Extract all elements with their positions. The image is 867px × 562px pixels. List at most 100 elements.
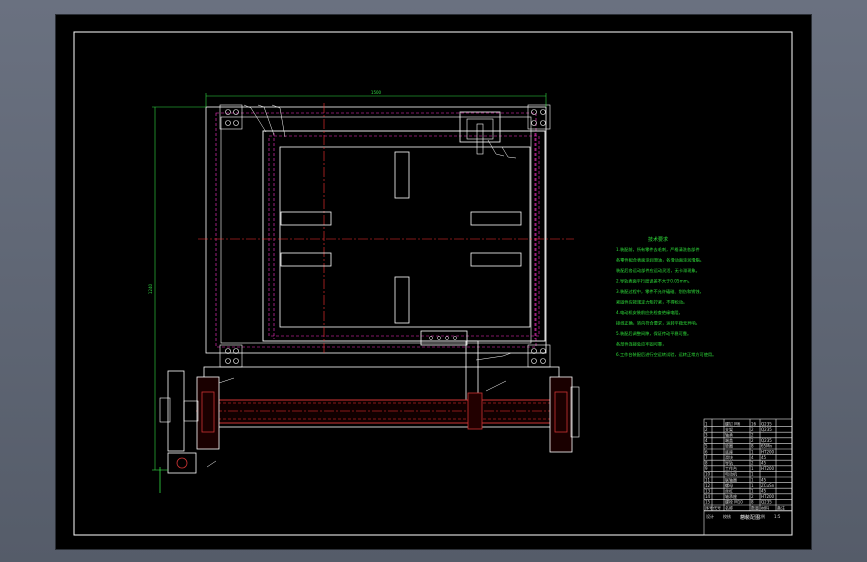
title-block-cell: 6 bbox=[705, 449, 708, 454]
title-block-cell: 1 bbox=[751, 489, 754, 494]
title-block-cell: 联轴器 bbox=[725, 476, 737, 482]
title-block-cell: 1 bbox=[751, 472, 754, 477]
hidden-outline-outer bbox=[215, 112, 537, 348]
title-block-cell: 2 bbox=[751, 427, 754, 432]
title-block-cell: ZCuSn bbox=[761, 483, 775, 488]
title-block-cell: 65Mn bbox=[761, 444, 773, 449]
title-block-cell: 1 bbox=[751, 483, 754, 488]
worktable-outline bbox=[262, 130, 546, 342]
notes-line: 接线正确，转向符合要求，运转平稳无异响。 bbox=[616, 320, 700, 327]
motor-flange bbox=[159, 397, 171, 423]
title-block-cell: 材料 bbox=[761, 504, 769, 510]
title-block-cell: 11 bbox=[705, 477, 711, 482]
motor-body bbox=[167, 370, 185, 452]
t-slot bbox=[470, 211, 522, 226]
title-block-cell: 2 bbox=[751, 494, 754, 499]
nut-block-holes bbox=[429, 336, 457, 340]
title-block-cell: 16 bbox=[751, 421, 757, 426]
notes-line: 6.工作台装配后进行空运转试验，运转正常方可使用。 bbox=[616, 351, 716, 358]
right-bearing-seat bbox=[549, 376, 573, 453]
title-block-cell: HT200 bbox=[761, 449, 775, 454]
corner-bolts bbox=[225, 109, 546, 364]
title-block-cell: 名称 bbox=[725, 504, 733, 510]
title-block-cell: 螺钉 M6 bbox=[725, 420, 741, 426]
title-block-cell: 45 bbox=[761, 455, 767, 460]
title-block-cell: 2 bbox=[751, 438, 754, 443]
top-view bbox=[198, 103, 574, 402]
title-block-cell: 3 bbox=[705, 433, 708, 438]
title-block-cell: 5 bbox=[705, 444, 708, 449]
title-block-cell: 12 bbox=[705, 483, 711, 488]
title-block-cell: 代号 bbox=[713, 504, 721, 510]
title-block-cell: 螺母 bbox=[725, 482, 733, 488]
corner-block bbox=[527, 344, 551, 368]
technical-notes: 技术要求 1.装配前，所有零件去毛刺，严格清洗各部件 各零件配合表面涂润滑油，各… bbox=[616, 236, 716, 358]
top-bracket bbox=[459, 111, 501, 143]
cad-drawing: 1500 1240 技术要求 1.装配前，所有零件去毛刺，严格清洗各部件 各零件… bbox=[73, 31, 793, 536]
title-block-cell: 丝杠 bbox=[725, 488, 733, 494]
title-block-footer-cell: 校核 bbox=[723, 513, 731, 519]
dimension-width: 1500 bbox=[371, 90, 382, 95]
title-block-cell: 4 bbox=[751, 455, 754, 460]
title-block-cell: 1 bbox=[751, 449, 754, 454]
lead-screw bbox=[207, 399, 554, 424]
dimension-height: 1240 bbox=[148, 283, 153, 294]
title-block-cell: 端盖 bbox=[725, 437, 733, 443]
title-block-cell: 轴承 bbox=[725, 432, 733, 438]
title-block-cell: 1 bbox=[751, 466, 754, 471]
notes-line: 紧固件应按规定力矩拧紧，不得松动。 bbox=[616, 299, 687, 306]
notes-title: 技术要求 bbox=[648, 236, 668, 243]
title-block-cell: 螺栓 M10 bbox=[725, 499, 743, 505]
inner-frame bbox=[73, 31, 793, 536]
title-block-cell: HT200 bbox=[761, 466, 775, 471]
title-block-cell: 8 bbox=[705, 461, 708, 466]
notes-line: 4.电动机安装前应先检查绝缘电阻， bbox=[616, 309, 683, 316]
outer-base-frame bbox=[205, 106, 547, 354]
drawing-sheet: 1500 1240 技术要求 1.装配前，所有零件去毛刺，严格清洗各部件 各零件… bbox=[56, 15, 811, 549]
title-block-cell: 15 bbox=[705, 500, 711, 505]
title-block-cell: Q235 bbox=[761, 427, 772, 432]
title-block-cell: 轴承座 bbox=[725, 493, 737, 499]
title-block-cell: 电动机 bbox=[725, 471, 737, 477]
title-block-cell: 7 bbox=[705, 455, 708, 460]
t-slot bbox=[394, 151, 410, 199]
left-bearing-seat bbox=[196, 376, 220, 450]
title-block-cell: 13 bbox=[705, 489, 711, 494]
title-block-cell: 4 bbox=[705, 438, 708, 443]
gear-hub bbox=[176, 457, 188, 469]
title-block-cell: 10 bbox=[705, 472, 711, 477]
title-block-cell: 导轨 bbox=[725, 460, 733, 466]
gear-block bbox=[167, 452, 197, 474]
t-slot bbox=[470, 252, 522, 267]
notes-line: 各零件配合表面涂润滑油，各滑动面涂润滑脂。 bbox=[616, 257, 704, 264]
title-block-cell: 1 bbox=[705, 421, 708, 426]
title-block-cell: 2 bbox=[705, 427, 708, 432]
title-block-cell: Q235 bbox=[761, 438, 772, 443]
title-block-footer-cell: 1:5 bbox=[774, 514, 781, 519]
title-block-cell: 45 bbox=[761, 477, 767, 482]
title-block-footer-cell: 设计 bbox=[706, 513, 714, 519]
notes-line: 各部件连接处应牢固可靠， bbox=[616, 341, 666, 348]
title-block-cell: 底座 bbox=[725, 448, 733, 454]
notes-line: 2.导轨表面平行度误差不大于0.05mm。 bbox=[616, 278, 692, 285]
base-frame-inner bbox=[220, 116, 532, 344]
title-block-cell: 45 bbox=[761, 489, 767, 494]
title-block-cell: 支架 bbox=[725, 426, 733, 432]
notes-line: 5.装配后调整间隙，保证传动平稳可靠。 bbox=[616, 330, 691, 337]
title-block-cell: 数量 bbox=[751, 504, 759, 510]
t-slot bbox=[280, 252, 332, 267]
drive-connector bbox=[465, 340, 479, 402]
title-block-cell: 8 bbox=[751, 444, 754, 449]
title-block-cell: 备注 bbox=[777, 504, 785, 510]
title-block-cell: 8 bbox=[751, 500, 754, 505]
title-block-cell: 2 bbox=[751, 461, 754, 466]
title-block-cell: 垫圈 bbox=[725, 443, 733, 449]
notes-line: 3.装配过程中，零件不允许磕碰、划伤和锈蚀， bbox=[616, 288, 704, 295]
title-block-cell: HT200 bbox=[761, 494, 775, 499]
corner-block bbox=[219, 344, 243, 368]
title-block-cell: 工作台 bbox=[725, 465, 737, 471]
worktable-surface bbox=[279, 146, 531, 328]
title-block-cell: Q235 bbox=[761, 500, 772, 505]
title-block-cell: Q235 bbox=[761, 421, 772, 426]
title-block-cell: 9 bbox=[705, 466, 708, 471]
